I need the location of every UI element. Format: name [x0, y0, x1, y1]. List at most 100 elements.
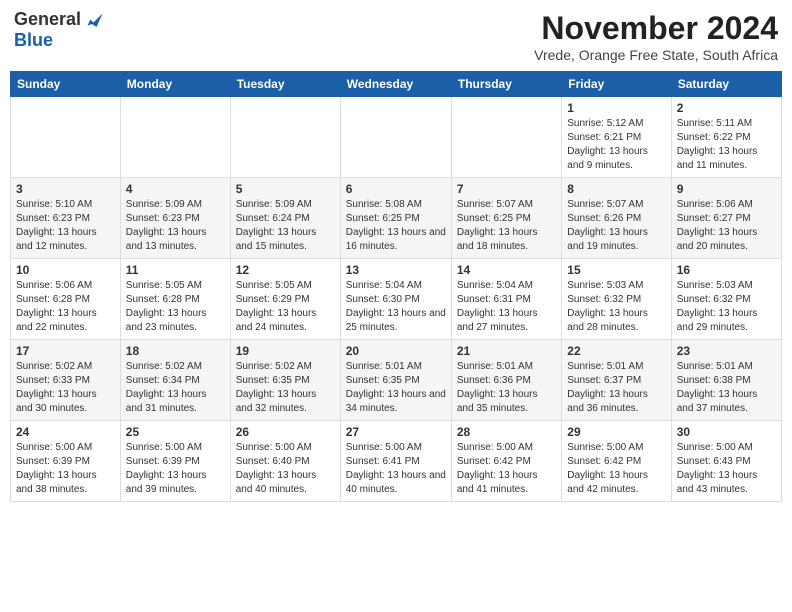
column-header-saturday: Saturday [671, 72, 781, 97]
calendar-cell: 17 Sunrise: 5:02 AM Sunset: 6:33 PM Dayli… [11, 340, 121, 421]
day-info: Sunrise: 5:11 AM Sunset: 6:22 PM Dayligh… [677, 117, 776, 173]
day-info: Sunrise: 5:00 AM Sunset: 6:39 PM Dayligh… [126, 441, 225, 497]
day-info: Sunrise: 5:08 AM Sunset: 6:25 PM Dayligh… [346, 198, 446, 254]
calendar-cell: 29Sunrise: 5:00 AM Sunset: 6:42 PM Dayli… [562, 421, 671, 502]
day-number: 8 [567, 182, 665, 196]
calendar-cell: 12 Sunrise: 5:05 AM Sunset: 6:29 PM Dayli… [230, 259, 340, 340]
day-info: Sunrise: 5:02 AM Sunset: 6:33 PM Dayligh… [16, 360, 115, 416]
day-number: 30 [677, 425, 776, 439]
day-number: 13 [346, 263, 446, 277]
calendar-cell: 1 Sunrise: 5:12 AM Sunset: 6:21 PM Daylig… [562, 97, 671, 178]
calendar-week-row: 24 Sunrise: 5:00 AM Sunset: 6:39 PM Dayli… [11, 421, 782, 502]
column-header-sunday: Sunday [11, 72, 121, 97]
calendar-cell [340, 97, 451, 178]
day-info: Sunrise: 5:06 AM Sunset: 6:28 PM Dayligh… [16, 279, 115, 335]
day-number: 21 [457, 344, 556, 358]
logo-blue-text: Blue [14, 30, 53, 50]
day-info: Sunrise: 5:04 AM Sunset: 6:30 PM Dayligh… [346, 279, 446, 335]
day-number: 3 [16, 182, 115, 196]
day-number: 20 [346, 344, 446, 358]
day-number: 12 [236, 263, 335, 277]
location-subtitle: Vrede, Orange Free State, South Africa [534, 47, 778, 63]
day-info: Sunrise: 5:05 AM Sunset: 6:28 PM Dayligh… [126, 279, 225, 335]
day-info: Sunrise: 5:02 AM Sunset: 6:34 PM Dayligh… [126, 360, 225, 416]
day-number: 28 [457, 425, 556, 439]
day-number: 17 [16, 344, 115, 358]
day-info: Sunrise: 5:01 AM Sunset: 6:36 PM Dayligh… [457, 360, 556, 416]
column-header-monday: Monday [120, 72, 230, 97]
day-info: Sunrise: 5:00 AM Sunset: 6:41 PM Dayligh… [346, 441, 446, 497]
day-info: Sunrise: 5:07 AM Sunset: 6:26 PM Dayligh… [567, 198, 665, 254]
calendar-cell [451, 97, 561, 178]
day-info: Sunrise: 5:00 AM Sunset: 6:40 PM Dayligh… [236, 441, 335, 497]
calendar-cell: 18 Sunrise: 5:02 AM Sunset: 6:34 PM Dayli… [120, 340, 230, 421]
calendar-cell: 23 Sunrise: 5:01 AM Sunset: 6:38 PM Dayli… [671, 340, 781, 421]
calendar-header-row: SundayMondayTuesdayWednesdayThursdayFrid… [11, 72, 782, 97]
day-info: Sunrise: 5:01 AM Sunset: 6:38 PM Dayligh… [677, 360, 776, 416]
calendar-cell: 28 Sunrise: 5:00 AM Sunset: 6:42 PM Dayli… [451, 421, 561, 502]
calendar-cell: 16 Sunrise: 5:03 AM Sunset: 6:32 PM Dayli… [671, 259, 781, 340]
day-info: Sunrise: 5:00 AM Sunset: 6:42 PM Dayligh… [567, 441, 665, 497]
day-number: 16 [677, 263, 776, 277]
calendar-cell: 6Sunrise: 5:08 AM Sunset: 6:25 PM Daylig… [340, 178, 451, 259]
day-number: 25 [126, 425, 225, 439]
day-number: 1 [567, 101, 665, 115]
day-number: 22 [567, 344, 665, 358]
calendar-week-row: 1 Sunrise: 5:12 AM Sunset: 6:21 PM Daylig… [11, 97, 782, 178]
day-info: Sunrise: 5:07 AM Sunset: 6:25 PM Dayligh… [457, 198, 556, 254]
calendar-week-row: 17 Sunrise: 5:02 AM Sunset: 6:33 PM Dayli… [11, 340, 782, 421]
day-number: 14 [457, 263, 556, 277]
calendar-cell: 26 Sunrise: 5:00 AM Sunset: 6:40 PM Dayli… [230, 421, 340, 502]
day-info: Sunrise: 5:00 AM Sunset: 6:42 PM Dayligh… [457, 441, 556, 497]
day-number: 24 [16, 425, 115, 439]
day-info: Sunrise: 5:00 AM Sunset: 6:39 PM Dayligh… [16, 441, 115, 497]
calendar-cell: 22Sunrise: 5:01 AM Sunset: 6:37 PM Dayli… [562, 340, 671, 421]
calendar-cell: 25 Sunrise: 5:00 AM Sunset: 6:39 PM Dayli… [120, 421, 230, 502]
calendar-cell: 14Sunrise: 5:04 AM Sunset: 6:31 PM Dayli… [451, 259, 561, 340]
day-number: 19 [236, 344, 335, 358]
day-info: Sunrise: 5:02 AM Sunset: 6:35 PM Dayligh… [236, 360, 335, 416]
day-info: Sunrise: 5:10 AM Sunset: 6:23 PM Dayligh… [16, 198, 115, 254]
logo-general-text: General [14, 9, 81, 29]
calendar-cell [11, 97, 121, 178]
logo: General Blue [14, 10, 104, 51]
day-number: 5 [236, 182, 335, 196]
calendar-cell: 19 Sunrise: 5:02 AM Sunset: 6:35 PM Dayli… [230, 340, 340, 421]
page-header: General Blue November 2024 Vrede, Orange… [10, 10, 782, 63]
day-info: Sunrise: 5:09 AM Sunset: 6:24 PM Dayligh… [236, 198, 335, 254]
calendar-cell: 11 Sunrise: 5:05 AM Sunset: 6:28 PM Dayli… [120, 259, 230, 340]
day-number: 23 [677, 344, 776, 358]
calendar-cell: 20 Sunrise: 5:01 AM Sunset: 6:35 PM Dayli… [340, 340, 451, 421]
calendar-cell: 24 Sunrise: 5:00 AM Sunset: 6:39 PM Dayli… [11, 421, 121, 502]
day-number: 7 [457, 182, 556, 196]
day-number: 9 [677, 182, 776, 196]
day-number: 26 [236, 425, 335, 439]
day-number: 11 [126, 263, 225, 277]
day-info: Sunrise: 5:03 AM Sunset: 6:32 PM Dayligh… [567, 279, 665, 335]
calendar-week-row: 10 Sunrise: 5:06 AM Sunset: 6:28 PM Dayli… [11, 259, 782, 340]
calendar-cell: 8 Sunrise: 5:07 AM Sunset: 6:26 PM Daylig… [562, 178, 671, 259]
day-info: Sunrise: 5:00 AM Sunset: 6:43 PM Dayligh… [677, 441, 776, 497]
day-info: Sunrise: 5:09 AM Sunset: 6:23 PM Dayligh… [126, 198, 225, 254]
day-number: 10 [16, 263, 115, 277]
calendar-cell: 2 Sunrise: 5:11 AM Sunset: 6:22 PM Daylig… [671, 97, 781, 178]
month-title: November 2024 [534, 10, 778, 47]
column-header-tuesday: Tuesday [230, 72, 340, 97]
column-header-thursday: Thursday [451, 72, 561, 97]
day-info: Sunrise: 5:12 AM Sunset: 6:21 PM Dayligh… [567, 117, 665, 173]
day-info: Sunrise: 5:01 AM Sunset: 6:35 PM Dayligh… [346, 360, 446, 416]
calendar-cell: 3 Sunrise: 5:10 AM Sunset: 6:23 PM Daylig… [11, 178, 121, 259]
calendar-cell: 21 Sunrise: 5:01 AM Sunset: 6:36 PM Dayli… [451, 340, 561, 421]
day-info: Sunrise: 5:05 AM Sunset: 6:29 PM Dayligh… [236, 279, 335, 335]
day-number: 18 [126, 344, 225, 358]
column-header-wednesday: Wednesday [340, 72, 451, 97]
calendar-cell: 7 Sunrise: 5:07 AM Sunset: 6:25 PM Daylig… [451, 178, 561, 259]
logo-bird-icon [86, 12, 104, 30]
title-block: November 2024 Vrede, Orange Free State, … [534, 10, 778, 63]
day-info: Sunrise: 5:03 AM Sunset: 6:32 PM Dayligh… [677, 279, 776, 335]
calendar-cell: 30 Sunrise: 5:00 AM Sunset: 6:43 PM Dayli… [671, 421, 781, 502]
day-number: 27 [346, 425, 446, 439]
day-number: 2 [677, 101, 776, 115]
calendar-cell: 13 Sunrise: 5:04 AM Sunset: 6:30 PM Dayli… [340, 259, 451, 340]
day-info: Sunrise: 5:06 AM Sunset: 6:27 PM Dayligh… [677, 198, 776, 254]
